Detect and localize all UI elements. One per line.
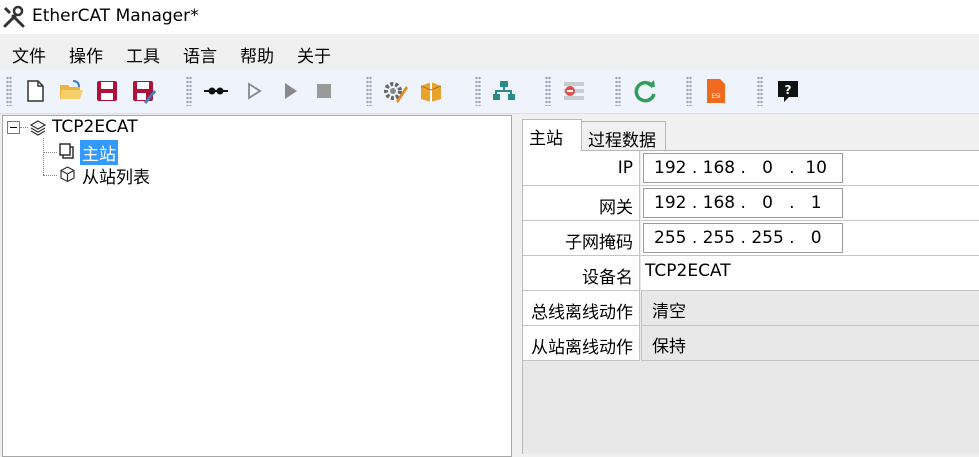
- play-outline-icon[interactable]: [241, 78, 267, 104]
- layers-icon: [29, 120, 47, 136]
- toolbar-grip[interactable]: [545, 76, 551, 106]
- menu-language[interactable]: 语言: [183, 42, 217, 67]
- stop-icon[interactable]: [311, 78, 337, 104]
- tab-master[interactable]: 主站: [522, 119, 582, 151]
- tree-root[interactable]: TCP2ECAT: [52, 117, 138, 137]
- tree-item-master[interactable]: 主站: [80, 140, 118, 165]
- refresh-icon[interactable]: [632, 78, 658, 104]
- toolbar: ESI ?: [0, 70, 979, 114]
- subnet-mask-field[interactable]: 255 . 255 . 255 . 0: [643, 223, 843, 253]
- menu-operation[interactable]: 操作: [69, 42, 103, 67]
- bus-offline-action-select[interactable]: 清空: [641, 291, 979, 325]
- esi-label: ESI: [711, 93, 721, 100]
- tree-item-slave-list[interactable]: 从站列表: [82, 163, 150, 188]
- menu-bar: 文件 操作 工具 语言 帮助 关于: [0, 36, 979, 69]
- tab-panel-master: IP 192 . 168 . 0 . 10 网关 192 . 168 . 0 .…: [522, 150, 979, 454]
- package-icon[interactable]: [418, 78, 444, 104]
- play-icon[interactable]: [277, 78, 303, 104]
- property-value-cell: TCP2ECAT: [641, 256, 979, 291]
- connect-icon[interactable]: [203, 78, 229, 104]
- device-tree: TCP2ECAT 主站 从站列表: [2, 115, 512, 457]
- property-value-cell: 清空: [641, 291, 979, 326]
- collapse-toggle[interactable]: [7, 121, 20, 134]
- slave-offline-action-select[interactable]: 保持: [641, 326, 979, 360]
- property-label: 从站离线动作: [523, 326, 640, 361]
- toolbar-grip[interactable]: [757, 76, 763, 106]
- toolbar-grip[interactable]: [615, 76, 621, 106]
- property-label: 总线离线动作: [523, 291, 640, 326]
- new-file-icon[interactable]: [22, 78, 48, 104]
- tools-icon: [3, 5, 25, 28]
- menu-help[interactable]: 帮助: [240, 42, 274, 67]
- save-icon[interactable]: [94, 78, 120, 104]
- property-label: IP: [523, 151, 640, 186]
- property-value-cell: 192 . 168 . 0 . 10: [641, 151, 979, 186]
- window-title: EtherCAT Manager*: [32, 6, 199, 26]
- tree-connector: [20, 127, 28, 129]
- detail-pane: 主站 过程数据 IP 192 . 168 . 0 . 10 网关 192 . 1…: [518, 115, 979, 454]
- property-value-cell: 保持: [641, 326, 979, 361]
- menu-tools[interactable]: 工具: [126, 42, 160, 67]
- settings-icon[interactable]: [382, 78, 408, 104]
- property-label: 子网掩码: [523, 221, 640, 256]
- menu-file[interactable]: 文件: [12, 42, 46, 67]
- save-as-icon[interactable]: [130, 78, 156, 104]
- tree-connector: [43, 175, 57, 177]
- ip-address-field[interactable]: 192 . 168 . 0 . 10: [643, 153, 843, 183]
- remove-list-icon[interactable]: [561, 78, 587, 104]
- cube-icon: [60, 166, 75, 183]
- property-label: 设备名: [523, 256, 640, 291]
- tree-connector: [43, 152, 57, 154]
- device-name-field[interactable]: TCP2ECAT: [645, 261, 731, 281]
- tab-process-data[interactable]: 过程数据: [581, 121, 666, 151]
- menu-about[interactable]: 关于: [297, 42, 331, 67]
- property-row-ip: IP 192 . 168 . 0 . 10: [523, 151, 979, 186]
- toolbar-grip[interactable]: [186, 76, 192, 106]
- master-icon: [59, 143, 74, 159]
- property-label: 网关: [523, 186, 640, 221]
- property-value-cell: 255 . 255 . 255 . 0: [641, 221, 979, 256]
- help-label: ?: [785, 83, 792, 97]
- property-row-subnet: 子网掩码 255 . 255 . 255 . 0: [523, 221, 979, 256]
- property-row-gateway: 网关 192 . 168 . 0 . 1: [523, 186, 979, 221]
- property-row-bus-offline-action: 总线离线动作 清空: [523, 291, 979, 326]
- toolbar-grip[interactable]: [366, 76, 372, 106]
- esi-file-icon[interactable]: ESI: [703, 78, 729, 104]
- network-tree-icon[interactable]: [491, 78, 517, 104]
- help-icon[interactable]: ?: [775, 78, 801, 104]
- toolbar-grip[interactable]: [686, 76, 692, 106]
- property-row-slave-offline-action: 从站离线动作 保持: [523, 326, 979, 361]
- toolbar-grip[interactable]: [6, 76, 12, 106]
- gateway-field[interactable]: 192 . 168 . 0 . 1: [643, 188, 843, 218]
- title-bar: EtherCAT Manager*: [0, 0, 979, 34]
- open-folder-icon[interactable]: [58, 78, 84, 104]
- property-value-cell: 192 . 168 . 0 . 1: [641, 186, 979, 221]
- tree-connector: [43, 138, 45, 175]
- property-row-device-name: 设备名 TCP2ECAT: [523, 256, 979, 291]
- toolbar-grip[interactable]: [475, 76, 481, 106]
